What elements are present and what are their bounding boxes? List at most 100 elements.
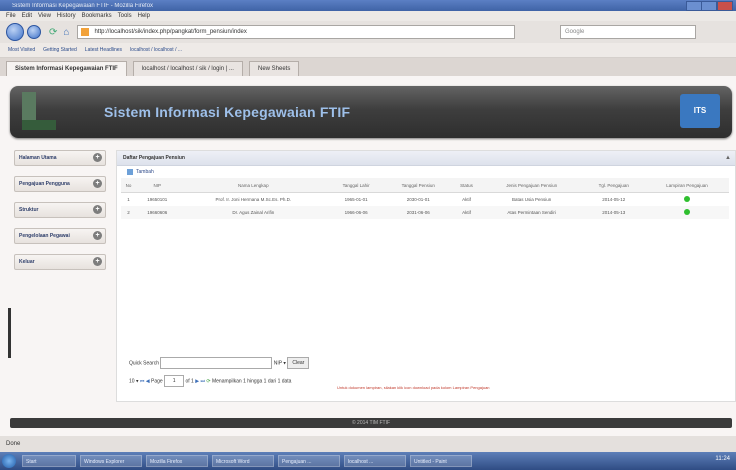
tab-label: New Sheets — [257, 66, 291, 72]
sidebar-item-halaman-utama[interactable]: Halaman Utama + — [14, 150, 106, 166]
expand-icon[interactable]: + — [93, 257, 102, 266]
prev-page-icon[interactable]: ◀ — [146, 378, 150, 384]
browser-status-bar: Done — [0, 436, 736, 452]
sidebar-item-label: Halaman Utama — [19, 155, 57, 161]
table-cell: Atas Permintaan Sendiri — [480, 206, 583, 219]
menu-history[interactable]: History — [57, 13, 76, 19]
panel-header: Daftar Pengajuan Pensiun ▲ — [117, 151, 735, 166]
bookmark-item[interactable]: Most Visited — [8, 47, 35, 53]
taskbar-button[interactable]: Untitled - Paint — [410, 455, 472, 467]
taskbar-button[interactable]: Pengajuan ... — [278, 455, 340, 467]
table-row[interactable]: 2 19660606 Dr. Agus Zainal Arifin 1966-0… — [121, 206, 729, 219]
search-field-select[interactable]: NIP — [274, 360, 282, 366]
table-cell: 2030-01-01 — [406, 197, 430, 202]
home-icon[interactable]: ⌂ — [63, 27, 69, 38]
status-dot-icon[interactable] — [683, 209, 690, 215]
tab-localhost[interactable]: localhost / localhost / sik / login | ..… — [132, 61, 243, 76]
table-header-row: No NIP Nama Lengkap Tanggal Lahir Tangga… — [121, 178, 729, 193]
taskbar-button[interactable]: localhost ... — [344, 455, 406, 467]
column-header[interactable]: No — [121, 178, 136, 193]
expand-icon[interactable]: + — [93, 231, 102, 240]
add-button[interactable]: Tambah — [136, 169, 154, 175]
menu-bookmarks[interactable]: Bookmarks — [82, 13, 112, 19]
table-cell: 2 — [121, 206, 136, 219]
table-cell: 1966-06-06 — [328, 206, 385, 219]
sidebar: Halaman Utama + Pengajuan Pengguna + Struk… — [14, 150, 106, 280]
next-page-icon[interactable]: ▶ — [195, 378, 199, 384]
minimize-button[interactable] — [686, 1, 702, 11]
expand-icon[interactable]: + — [93, 153, 102, 162]
tab-label: localhost / localhost / sik / login | ..… — [141, 66, 234, 72]
tab-sik[interactable]: Sistem Informasi Kepegawaian FTIF — [6, 61, 127, 76]
collapse-icon[interactable]: ▲ — [725, 151, 731, 165]
clear-button[interactable]: Clear — [287, 357, 310, 369]
taskbar-button[interactable]: Microsoft Word — [212, 455, 274, 467]
forward-icon[interactable] — [27, 25, 41, 39]
status-dot-icon[interactable] — [683, 196, 690, 202]
grid-panel: Daftar Pengajuan Pensiun ▲ Tambah No NIP… — [116, 150, 736, 402]
table-cell: 1 — [127, 197, 130, 202]
column-header[interactable]: Lampiran Pengajuan — [644, 178, 729, 193]
page-input[interactable]: 1 — [164, 375, 185, 387]
table-cell: 2031-06-06 — [384, 206, 453, 219]
expand-icon[interactable]: + — [93, 179, 102, 188]
bookmark-item[interactable]: Getting Started — [43, 47, 77, 53]
first-page-icon[interactable]: ⏮ — [140, 378, 145, 384]
menu-help[interactable]: Help — [138, 13, 150, 19]
panel-toolbar: Tambah — [117, 166, 735, 178]
quick-search-input[interactable] — [160, 357, 273, 369]
window-titlebar: Sistem Informasi Kepegawaian FTIF - Mozi… — [0, 0, 736, 11]
column-header[interactable]: NIP — [135, 178, 179, 193]
reload-icon[interactable]: ⟳ — [49, 27, 57, 38]
pagination-bar: Quick Search NIP ▾ Clear 10 ▾ ⏮ ◀ Page 1… — [129, 357, 310, 387]
menu-tools[interactable]: Tools — [118, 13, 132, 19]
bookmark-item[interactable]: localhost / localhost / ... — [130, 47, 182, 53]
table-cell: 19660606 — [135, 206, 179, 219]
sidebar-item-pengajuan-pengguna[interactable]: Pengajuan Pengguna + — [14, 176, 106, 192]
close-button[interactable] — [717, 1, 733, 11]
sidebar-item-label: Pengajuan Pengguna — [19, 181, 70, 187]
tab-label: Sistem Informasi Kepegawaian FTIF — [15, 66, 118, 72]
taskbar-button[interactable]: Mozilla Firefox — [146, 455, 208, 467]
last-page-icon[interactable]: ⏭ — [200, 378, 205, 384]
sidebar-item-label: Keluar — [19, 259, 35, 265]
table-cell: 2014-05-13 — [582, 206, 645, 219]
table-row[interactable]: 1 19650101 Prof. Ir. Joni Hermana M.Sc.E… — [121, 193, 729, 207]
start-button-icon[interactable] — [2, 454, 16, 468]
window-title: Sistem Informasi Kepegawaian FTIF - Mozi… — [12, 2, 154, 9]
taskbar-button[interactable]: Windows Explorer — [80, 455, 142, 467]
page-footer: © 2014 TIM FTIF — [10, 418, 732, 428]
attachment-note: Untuk dokumen lampiran, silakan klik ico… — [337, 385, 490, 390]
search-input[interactable]: Google — [560, 25, 696, 39]
maximize-button[interactable] — [701, 1, 717, 11]
taskbar-button[interactable]: Start — [22, 455, 76, 467]
column-header[interactable]: Status — [452, 178, 481, 193]
expand-icon[interactable]: + — [93, 205, 102, 214]
table-cell: 19650101 — [147, 197, 168, 202]
column-header[interactable]: Jenis Pengajuan Pensiun — [480, 178, 583, 193]
sidebar-item-struktur[interactable]: Struktur + — [14, 202, 106, 218]
column-header[interactable]: Tgl. Pengajuan — [582, 178, 645, 193]
pension-table: No NIP Nama Lengkap Tanggal Lahir Tangga… — [121, 178, 729, 219]
menu-edit[interactable]: Edit — [22, 13, 32, 19]
column-header[interactable]: Nama Lengkap — [178, 178, 329, 193]
navigation-bar: ⟳ ⌂ http://localhost/sik/index.php/pangk… — [0, 21, 736, 43]
page-total: of 1 — [185, 378, 194, 385]
url-bar[interactable]: http://localhost/sik/index.php/pangkat/f… — [77, 25, 516, 39]
menu-view[interactable]: View — [38, 13, 51, 19]
column-header[interactable]: Tanggal Pensiun — [384, 178, 453, 193]
back-icon[interactable] — [6, 23, 24, 41]
bookmark-item[interactable]: Latest Headlines — [85, 47, 122, 53]
tab-new-sheets[interactable]: New Sheets — [248, 61, 300, 76]
table-cell: Aktif — [462, 197, 471, 202]
taskbar-clock: 11:24 — [715, 456, 730, 462]
column-header[interactable]: Tanggal Lahir — [328, 178, 385, 193]
sidebar-item-keluar[interactable]: Keluar + — [14, 254, 106, 270]
menu-file[interactable]: File — [6, 13, 16, 19]
its-logo: ITS — [680, 94, 720, 128]
table-cell — [645, 193, 729, 207]
scroll-marker — [8, 308, 11, 358]
url-text: http://localhost/sik/index.php/pangkat/f… — [94, 29, 247, 35]
refresh-icon[interactable]: ⟳ — [206, 378, 210, 384]
sidebar-item-pengelolaan-pegawai[interactable]: Pengelolaan Pegawai + — [14, 228, 106, 244]
